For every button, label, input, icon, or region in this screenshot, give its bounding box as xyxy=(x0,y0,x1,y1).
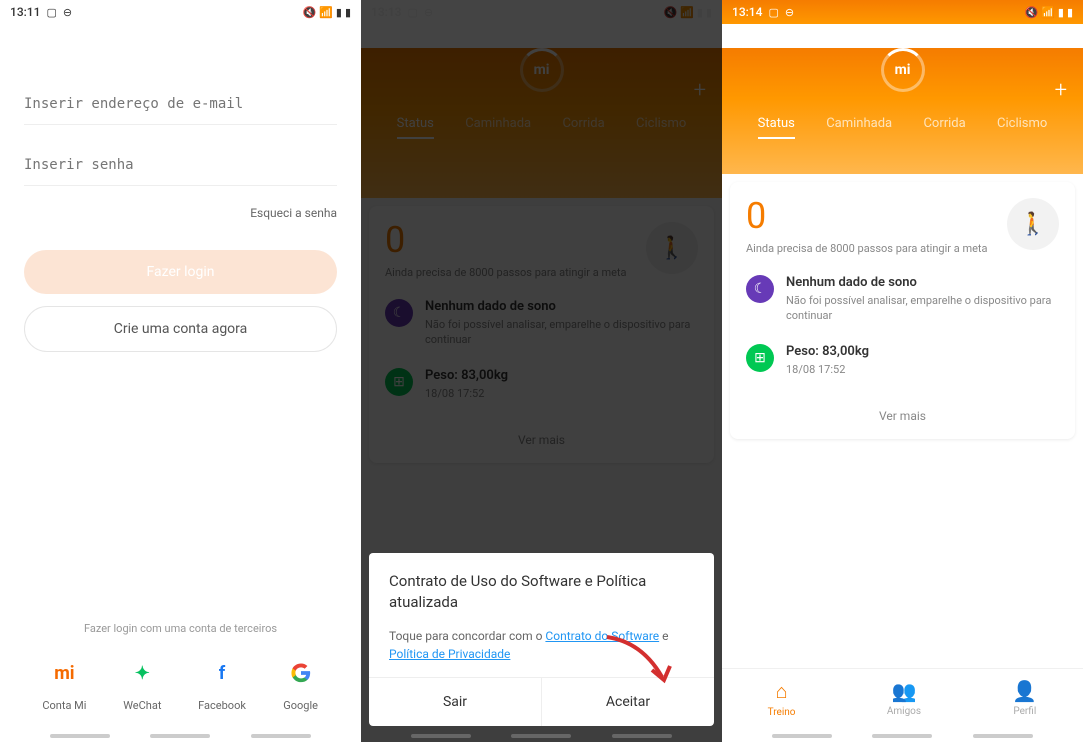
image-icon: ▢ xyxy=(46,6,56,19)
status-bar: 13:11 ▢ ⊖ 🔇 📶 ▮ ▮ xyxy=(0,0,361,24)
wifi-icon: 📶 xyxy=(319,6,333,19)
image-icon: ▢ xyxy=(768,6,778,19)
profile-icon: 👤 xyxy=(1012,679,1037,703)
mute-icon: 🔇 xyxy=(1024,6,1038,19)
steps-count: 0 xyxy=(746,198,1007,234)
tab-run[interactable]: Corrida xyxy=(923,110,965,137)
status-bar: 13:14 ▢ ⊖ 🔇 📶 ▮ ▮ xyxy=(722,0,1083,24)
main-screen-dialog: 13:13 ▢ ⊖ 🔇 📶 ▮ ▮ + mi Status Caminhada … xyxy=(361,0,722,742)
moon-icon: ☾ xyxy=(746,275,774,303)
social-mi[interactable]: mi Conta Mi xyxy=(42,655,86,712)
add-button[interactable]: + xyxy=(1055,78,1067,103)
software-contract-link[interactable]: Contrato do Software xyxy=(545,629,659,643)
main-screen: 13:14 ▢ ⊖ 🔇 📶 ▮ ▮ + mi Status Caminhada … xyxy=(722,0,1083,742)
dialog-text: Toque para concordar com o Contrato do S… xyxy=(389,627,694,663)
ver-mais-link[interactable]: Ver mais xyxy=(746,397,1059,423)
sync-icon: ⊖ xyxy=(785,6,794,19)
nav-perfil[interactable]: 👤 Perfil xyxy=(1012,679,1037,718)
wechat-icon: ✦ xyxy=(124,655,160,691)
create-account-button[interactable]: Crie uma conta agora xyxy=(24,306,337,352)
mi-logo-ring: mi xyxy=(881,48,925,92)
sync-icon: ⊖ xyxy=(63,6,72,19)
tab-status[interactable]: Status xyxy=(758,110,795,137)
exit-button[interactable]: Sair xyxy=(369,678,542,726)
status-time: 13:11 xyxy=(10,5,40,19)
walking-icon: 🚶 xyxy=(1019,212,1046,237)
nav-treino[interactable]: ⌂ Treino xyxy=(768,679,796,718)
social-wechat[interactable]: ✦ WeChat xyxy=(123,655,161,712)
password-field[interactable] xyxy=(24,145,337,186)
login-button[interactable]: Fazer login xyxy=(24,250,337,294)
android-nav xyxy=(722,734,1083,738)
scale-icon: ⊞ xyxy=(746,344,774,372)
sleep-row[interactable]: ☾ Nenhum dado de sono Não foi possível a… xyxy=(746,275,1059,324)
mute-icon: 🔇 xyxy=(302,6,316,19)
home-icon: ⌂ xyxy=(776,679,788,704)
login-screen: 13:11 ▢ ⊖ 🔇 📶 ▮ ▮ Esqueci a senha Fazer … xyxy=(0,0,361,742)
signal-icon: ▮ xyxy=(1058,6,1064,19)
privacy-policy-link[interactable]: Política de Privacidade xyxy=(389,647,510,661)
third-party-label: Fazer login com uma conta de terceiros xyxy=(24,622,337,635)
terms-dialog: Contrato de Uso do Software e Política a… xyxy=(369,553,714,726)
walk-button[interactable]: 🚶 xyxy=(1007,198,1059,250)
steps-goal-text: Ainda precisa de 8000 passos para atingi… xyxy=(746,242,1007,255)
bottom-nav: ⌂ Treino 👥 Amigos 👤 Perfil xyxy=(722,668,1083,728)
wifi-icon: 📶 xyxy=(1041,6,1055,19)
google-icon xyxy=(283,655,319,691)
dialog-title: Contrato de Uso do Software e Política a… xyxy=(389,571,694,613)
android-nav xyxy=(0,734,361,738)
friends-icon: 👥 xyxy=(892,679,917,703)
tab-cycle[interactable]: Ciclismo xyxy=(997,110,1047,137)
email-field[interactable] xyxy=(24,84,337,125)
nav-amigos[interactable]: 👥 Amigos xyxy=(887,679,921,718)
app-header: + mi Status Caminhada Corrida Ciclismo xyxy=(722,48,1083,174)
status-time: 13:14 xyxy=(732,5,762,19)
mi-logo-icon: mi xyxy=(895,62,911,78)
status-card: 0 Ainda precisa de 8000 passos para atin… xyxy=(730,182,1075,439)
tab-walk[interactable]: Caminhada xyxy=(826,110,892,137)
social-google[interactable]: Google xyxy=(283,655,319,712)
social-facebook[interactable]: f Facebook xyxy=(198,655,246,712)
forgot-password-link[interactable]: Esqueci a senha xyxy=(24,206,337,220)
battery-icon: ▮ xyxy=(345,6,351,19)
weight-row[interactable]: ⊞ Peso: 83,00kg 18/08 17:52 xyxy=(746,344,1059,377)
battery-icon: ▮ xyxy=(1067,6,1073,19)
signal-icon: ▮ xyxy=(336,6,342,19)
accept-button[interactable]: Aceitar xyxy=(542,678,714,726)
facebook-icon: f xyxy=(204,655,240,691)
mi-icon: mi xyxy=(46,655,82,691)
